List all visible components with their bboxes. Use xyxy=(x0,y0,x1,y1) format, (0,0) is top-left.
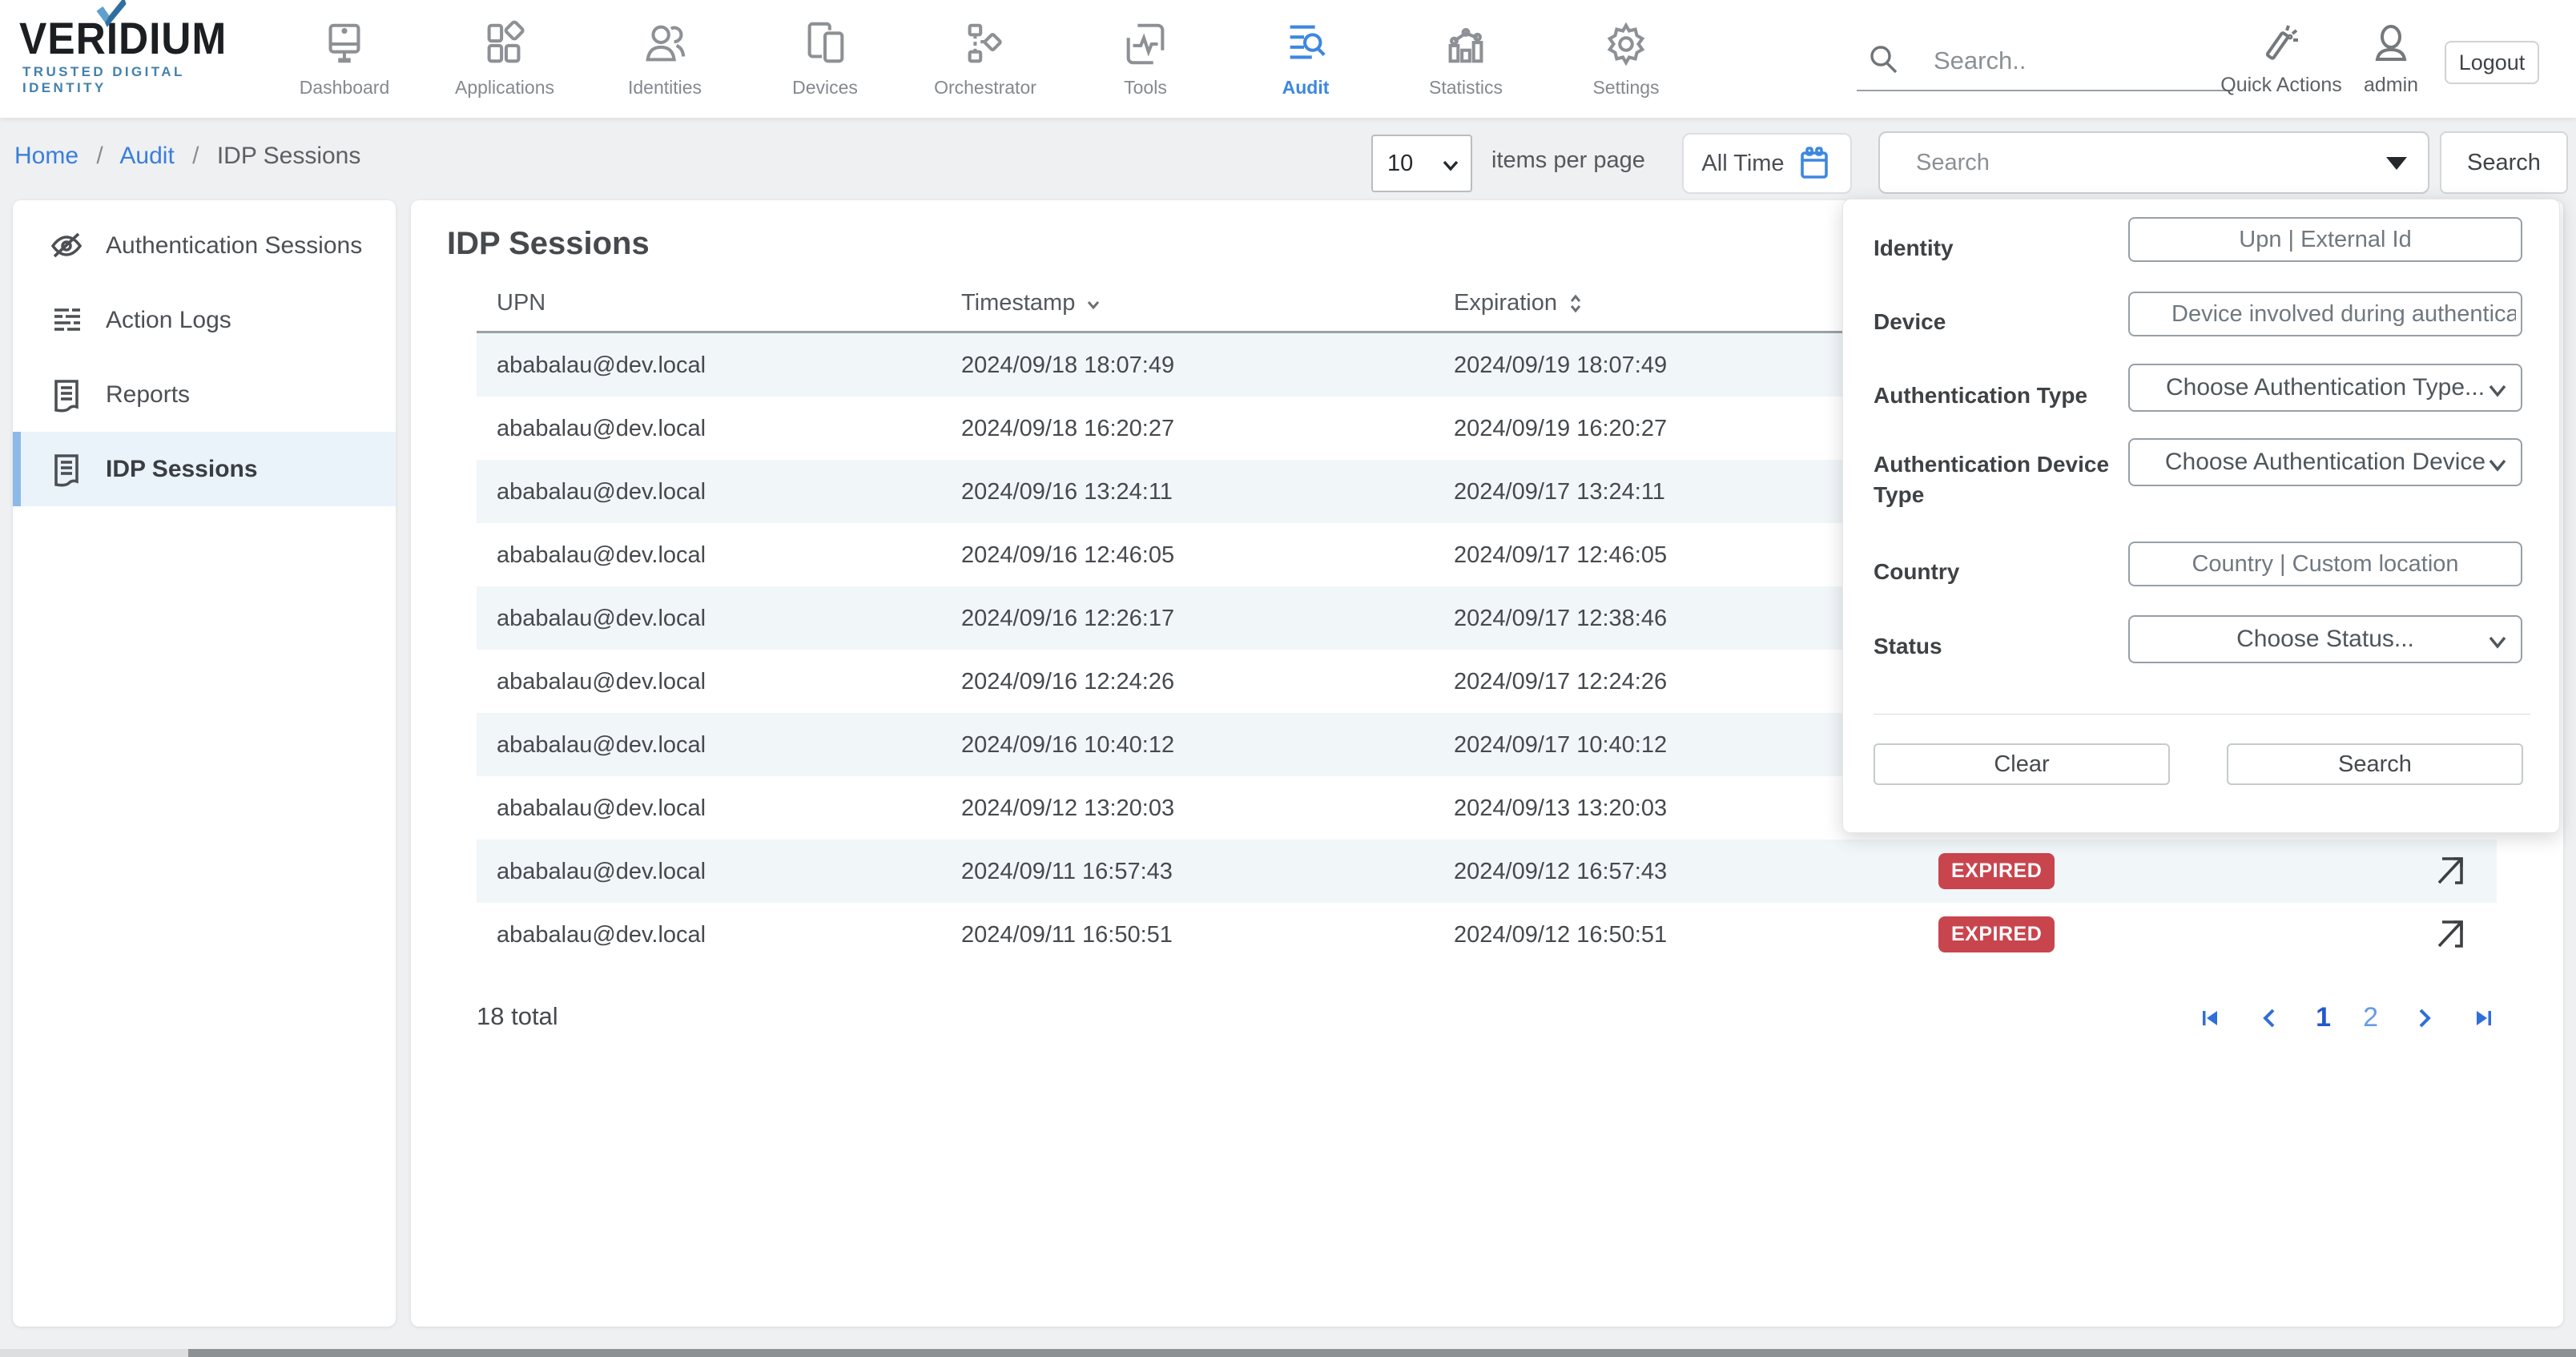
pagination: 1 2 xyxy=(2197,1002,2497,1033)
filter-panel-divider xyxy=(1874,714,2530,715)
logo-title: VERIDIUM xyxy=(19,14,240,62)
items-per-page-label: items per page xyxy=(1491,147,1645,174)
chevron-down-icon xyxy=(2487,633,2508,650)
calendar-icon xyxy=(1796,145,1833,182)
veridium-logo[interactable]: VERIDIUM TRUSTED DIGITAL IDENTITY xyxy=(19,14,260,96)
horizontal-scrollbar-thumb[interactable] xyxy=(188,1349,2576,1357)
next-page-icon[interactable] xyxy=(2410,1005,2437,1032)
search-icon xyxy=(1866,42,1902,77)
document-icon xyxy=(48,376,85,413)
dashboard-icon xyxy=(320,19,369,69)
sidebar-item-reports[interactable]: Reports xyxy=(13,357,396,432)
nav-item-statistics[interactable]: Statistics xyxy=(1386,0,1546,118)
open-session-icon xyxy=(2431,852,2468,889)
status-select[interactable]: Choose Status... xyxy=(2128,615,2522,663)
identity-label: Identity xyxy=(1874,233,2114,264)
devices-icon xyxy=(800,19,850,69)
search-filter-dropdown-icon[interactable] xyxy=(2386,157,2407,170)
time-range-button[interactable]: All Time xyxy=(1682,133,1852,194)
global-search[interactable]: Search.. xyxy=(1857,29,2233,91)
page-number-1[interactable]: 1 xyxy=(2316,1002,2331,1033)
total-count-label: 18 total xyxy=(477,1002,558,1031)
authentication-device-type-label: Authentication Device Type xyxy=(1874,449,2114,510)
applications-icon xyxy=(480,19,529,69)
last-page-icon[interactable] xyxy=(2469,1005,2497,1032)
horizontal-scrollbar[interactable] xyxy=(0,1349,2576,1357)
table-search-box xyxy=(1878,131,2429,194)
nav-item-identities[interactable]: Identities xyxy=(585,0,745,118)
magic-wand-icon xyxy=(2258,21,2304,67)
authentication-type-label: Authentication Type xyxy=(1874,381,2114,411)
column-header-expiration[interactable]: Expiration xyxy=(1454,290,1586,316)
table-toolbar: 10 items per page All Time Search xyxy=(0,128,2576,200)
country-input[interactable] xyxy=(2128,542,2522,586)
column-header-upn[interactable]: UPN xyxy=(497,290,545,316)
device-input[interactable] xyxy=(2128,292,2522,336)
orchestrator-icon xyxy=(960,19,1010,69)
statistics-icon xyxy=(1441,19,1491,69)
status-badge: EXPIRED xyxy=(1938,916,2055,952)
country-label: Country xyxy=(1874,557,2114,587)
logout-button[interactable]: Logout xyxy=(2445,41,2539,84)
status-badge: EXPIRED xyxy=(1938,853,2055,889)
user-menu[interactable]: admin xyxy=(2347,0,2435,118)
sort-both-icon xyxy=(1565,293,1586,314)
filter-search-button[interactable]: Search xyxy=(2227,743,2523,785)
logo-tagline: TRUSTED DIGITAL IDENTITY xyxy=(22,64,260,96)
nav-item-audit[interactable]: Audit xyxy=(1226,0,1386,118)
identities-icon xyxy=(640,19,690,69)
audit-sidebar: Authentication Sessions Action Logs Repo… xyxy=(13,200,396,1327)
table-search-input[interactable] xyxy=(1880,133,2428,192)
table-row[interactable]: ababalau@dev.local 2024/09/11 16:50:51 2… xyxy=(477,903,2497,966)
authentication-device-type-select[interactable]: Choose Authentication Device xyxy=(2128,438,2522,486)
open-session-icon xyxy=(2431,916,2468,952)
nav-item-orchestrator[interactable]: Orchestrator xyxy=(905,0,1065,118)
eye-off-icon xyxy=(48,228,85,264)
filter-clear-button[interactable]: Clear xyxy=(1874,743,2170,785)
user-icon xyxy=(2368,21,2414,67)
authentication-type-select[interactable]: Choose Authentication Type... xyxy=(2128,364,2522,412)
nav-item-devices[interactable]: Devices xyxy=(745,0,905,118)
global-search-placeholder: Search.. xyxy=(1934,46,2026,75)
logo-checkmark-icon xyxy=(95,0,128,32)
page-number-2[interactable]: 2 xyxy=(2363,1002,2378,1033)
global-search-underline xyxy=(1857,90,2233,91)
open-session-button[interactable] xyxy=(2431,852,2468,889)
previous-page-icon[interactable] xyxy=(2256,1005,2284,1032)
column-header-timestamp[interactable]: Timestamp xyxy=(961,290,1104,316)
audit-icon xyxy=(1281,19,1330,69)
table-search-button[interactable]: Search xyxy=(2440,131,2568,194)
top-bar: VERIDIUM TRUSTED DIGITAL IDENTITY Dashbo… xyxy=(0,0,2576,118)
identity-input[interactable] xyxy=(2128,217,2522,262)
page: VERIDIUM TRUSTED DIGITAL IDENTITY Dashbo… xyxy=(0,0,2576,1357)
chevron-down-icon xyxy=(2487,456,2508,473)
nav-item-settings[interactable]: Settings xyxy=(1546,0,1706,118)
status-label: Status xyxy=(1874,631,2114,662)
table-footer: 18 total 1 2 xyxy=(477,997,2497,1045)
sidebar-item-authentication-sessions[interactable]: Authentication Sessions xyxy=(13,208,396,283)
log-list-icon xyxy=(48,302,85,339)
nav-item-tools[interactable]: Tools xyxy=(1065,0,1226,118)
page-title: IDP Sessions xyxy=(447,226,650,262)
chevron-down-icon xyxy=(2487,381,2508,399)
page-size-select[interactable]: 10 xyxy=(1371,135,1472,192)
nav-item-dashboard[interactable]: Dashboard xyxy=(264,0,425,118)
device-label: Device xyxy=(1874,307,2114,337)
table-row[interactable]: ababalau@dev.local 2024/09/11 16:57:43 2… xyxy=(477,840,2497,903)
quick-actions-button[interactable]: Quick Actions xyxy=(2209,0,2353,118)
search-filter-panel: Identity Device Authentication Type Choo… xyxy=(1842,199,2560,833)
nav-item-applications[interactable]: Applications xyxy=(425,0,585,118)
sort-desc-icon xyxy=(1083,293,1104,314)
open-session-button[interactable] xyxy=(2431,916,2468,952)
chevron-down-icon xyxy=(1442,157,1459,173)
document-icon xyxy=(48,451,85,488)
tools-icon xyxy=(1121,19,1170,69)
main-nav: Dashboard Applications Identities Device… xyxy=(264,0,1706,118)
settings-icon xyxy=(1601,19,1651,69)
first-page-icon[interactable] xyxy=(2197,1005,2224,1032)
sidebar-item-idp-sessions[interactable]: IDP Sessions xyxy=(13,432,396,506)
sidebar-item-action-logs[interactable]: Action Logs xyxy=(13,283,396,357)
